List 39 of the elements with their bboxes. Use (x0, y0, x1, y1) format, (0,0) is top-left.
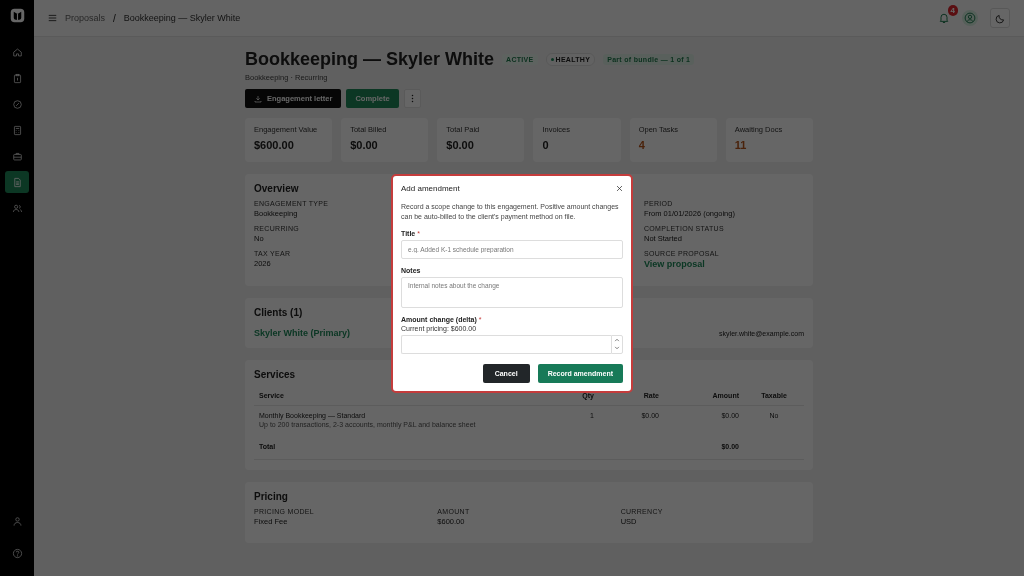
section-title: Services (254, 369, 296, 380)
help-icon (11, 547, 23, 559)
close-icon[interactable] (616, 184, 623, 192)
chevron-down-icon[interactable] (614, 346, 620, 351)
chevron-up-icon[interactable] (614, 337, 620, 342)
page-title: Bookkeeping — Skyler White (245, 49, 495, 70)
section-title: Clients (1) (254, 307, 303, 318)
nav-item[interactable] (5, 171, 29, 193)
stat-value: 11 (734, 139, 748, 151)
breadcrumb-separator: / (113, 12, 116, 24)
menu-icon[interactable] (48, 14, 57, 22)
notification-badge: 4 (947, 5, 958, 16)
amount-input[interactable] (401, 334, 611, 354)
home-icon (11, 46, 23, 58)
stat-value: 0 (542, 139, 550, 151)
bell-icon[interactable] (938, 12, 950, 24)
user-icon (964, 12, 976, 24)
clipboard-icon (11, 72, 23, 84)
dialog-title: Add amendment (401, 183, 460, 193)
download-icon (254, 94, 262, 103)
moon-icon (994, 12, 1006, 24)
view-proposal-link[interactable]: View proposal (644, 259, 705, 269)
stat-value: 4 (638, 139, 646, 151)
client-link[interactable]: Skyler White (Primary) (254, 328, 351, 338)
stat-value: $0.00 (350, 139, 379, 151)
gauge-icon (11, 98, 23, 110)
stat-value: $0.00 (446, 139, 475, 151)
section-title: Pricing (254, 491, 288, 502)
stat-value: $600.00 (254, 139, 295, 151)
calculator-icon (11, 124, 23, 136)
theme-toggle-button[interactable] (990, 8, 1010, 28)
briefcase-icon (11, 150, 23, 162)
more-button[interactable] (403, 89, 421, 108)
document-icon (11, 176, 23, 188)
user-icon (11, 515, 23, 527)
section-title: Overview (254, 183, 299, 194)
avatar-button[interactable] (962, 10, 978, 26)
users-icon (11, 202, 23, 214)
logo-icon (9, 8, 25, 23)
